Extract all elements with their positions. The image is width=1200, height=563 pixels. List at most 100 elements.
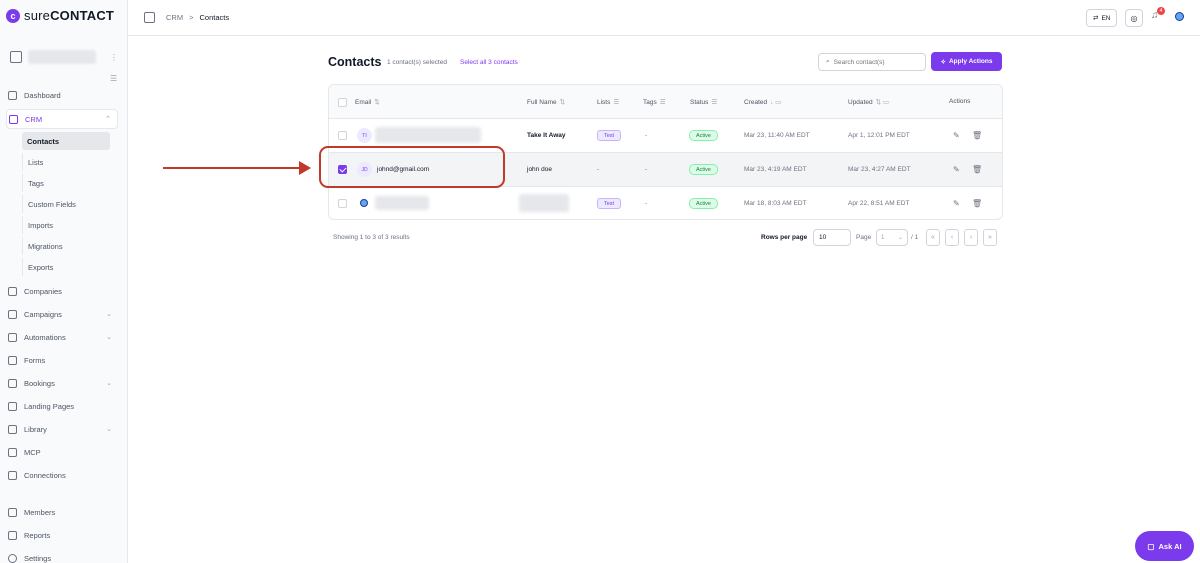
- sidebar-item-bookings[interactable]: Bookings ⌄: [6, 373, 118, 393]
- sidebar-item-members[interactable]: Members: [6, 502, 118, 522]
- sidebar-item-settings[interactable]: Settings: [6, 548, 118, 563]
- sidebar-item-crm[interactable]: CRM ⌃: [6, 109, 118, 129]
- column-created[interactable]: Created ↓ ▭: [744, 98, 781, 106]
- sidebar-subitem-imports[interactable]: Imports: [22, 216, 110, 234]
- status-badge: Active: [689, 130, 718, 141]
- sidebar-item-mcp[interactable]: MCP: [6, 442, 118, 462]
- form-icon: [8, 355, 17, 365]
- edit-icon[interactable]: ✎: [953, 165, 960, 174]
- column-actions: Actions: [949, 98, 970, 105]
- column-full-name[interactable]: Full Name ⇅: [527, 98, 565, 106]
- sidebar-item-landing-pages[interactable]: Landing Pages: [6, 396, 118, 416]
- breadcrumb-separator: >: [189, 13, 194, 22]
- column-label: Created: [744, 99, 768, 106]
- translate-icon: ⇄: [1093, 15, 1099, 22]
- annotation-arrow: [163, 167, 305, 169]
- sidebar-item-reports[interactable]: Reports: [6, 525, 118, 545]
- column-updated[interactable]: Updated ⇅ ▭: [848, 98, 889, 106]
- sidebar: c sureCONTACT ⋮ ☰ Dashboard CRM ⌃ Contac…: [0, 0, 128, 563]
- workspace-switcher[interactable]: ⋮: [10, 44, 118, 70]
- breadcrumb-crm[interactable]: CRM: [166, 13, 183, 22]
- chevron-down-icon: ⌄: [106, 426, 112, 433]
- sidebar-subitem-custom-fields[interactable]: Custom Fields: [22, 195, 110, 213]
- chevron-up-icon: ⌃: [105, 116, 111, 123]
- collapse-sidebar-icon[interactable]: ☰: [110, 74, 117, 83]
- chevron-down-icon: ⌄: [106, 311, 112, 318]
- next-page-button[interactable]: ›: [964, 229, 978, 246]
- automation-icon: [8, 332, 17, 342]
- sidebar-subitem-contacts[interactable]: Contacts: [22, 132, 110, 150]
- column-label: Actions: [949, 98, 971, 105]
- full-name[interactable]: john doe: [527, 166, 552, 173]
- table-row[interactable]: Test - Active Mar 18, 8:03 AM EDT Apr 22…: [329, 187, 1002, 221]
- sidebar-item-label: Landing Pages: [24, 401, 75, 411]
- dashboard-icon: [8, 90, 17, 100]
- sort-desc-icon: ↓ ▭: [770, 99, 782, 106]
- column-lists[interactable]: Lists ☰: [597, 98, 619, 106]
- updated-date: Mar 23, 4:27 AM EDT: [848, 166, 911, 173]
- sidebar-subitem-lists[interactable]: Lists: [22, 153, 110, 171]
- edit-icon[interactable]: ✎: [953, 199, 960, 208]
- annotation-highlight-box: [319, 146, 505, 188]
- sidebar-item-campaigns[interactable]: Campaigns ⌄: [6, 304, 118, 324]
- sidebar-item-dashboard[interactable]: Dashboard: [6, 85, 118, 105]
- page-total: / 1: [911, 234, 919, 241]
- sidebar-item-companies[interactable]: Companies: [6, 281, 118, 301]
- list-badge: Test: [597, 198, 622, 209]
- first-page-button[interactable]: «: [926, 229, 940, 246]
- page-title: Contacts: [328, 55, 382, 69]
- brand-suffix: CONTACT: [50, 8, 115, 23]
- prev-page-button[interactable]: ‹: [945, 229, 959, 246]
- user-avatar[interactable]: [1175, 12, 1184, 21]
- select-all-link[interactable]: Select all 3 contacts: [460, 59, 518, 66]
- help-button[interactable]: ◎: [1125, 9, 1143, 27]
- column-email[interactable]: Email ⇅: [355, 98, 380, 106]
- full-name[interactable]: Take It Away: [527, 132, 566, 139]
- edit-icon[interactable]: ✎: [953, 131, 960, 140]
- sidebar-subitem-exports[interactable]: Exports: [22, 258, 110, 276]
- sidebar-subitem-migrations[interactable]: Migrations: [22, 237, 110, 255]
- created-date: Mar 23, 11:40 AM EDT: [744, 132, 810, 139]
- column-tags[interactable]: Tags ☰: [643, 98, 666, 106]
- select-all-checkbox[interactable]: [338, 98, 347, 107]
- trash-icon[interactable]: 🗑: [972, 199, 982, 208]
- workspace-name-redacted: [28, 50, 96, 64]
- search-input[interactable]: [833, 58, 914, 66]
- column-label: Updated: [848, 99, 873, 106]
- row-checkbox[interactable]: [338, 199, 347, 208]
- language-button[interactable]: ⇄ EN: [1086, 9, 1118, 27]
- tags-value: -: [645, 200, 648, 207]
- row-checkbox[interactable]: [338, 131, 347, 140]
- column-label: Email: [355, 99, 372, 106]
- column-label: Lists: [597, 99, 611, 106]
- filter-icon: ☰: [659, 99, 666, 106]
- page-select[interactable]: 1 ⌄: [876, 229, 908, 246]
- list-badge: Test: [597, 130, 622, 141]
- apply-actions-button[interactable]: ✧ Apply Actions: [931, 52, 1002, 71]
- building-icon: [10, 51, 22, 63]
- trash-icon[interactable]: 🗑: [972, 165, 982, 174]
- column-status[interactable]: Status ☰: [690, 98, 717, 106]
- library-icon: [8, 424, 17, 434]
- trash-icon[interactable]: 🗑: [972, 131, 982, 140]
- list-value: -: [597, 166, 600, 173]
- brand-logo[interactable]: c sureCONTACT: [6, 8, 114, 23]
- sidebar-item-library[interactable]: Library ⌄: [6, 419, 118, 439]
- sidebar-subitem-tags[interactable]: Tags: [22, 174, 110, 192]
- sort-icon: ⇅ ▭: [875, 99, 889, 106]
- search-field[interactable]: ⌕: [818, 53, 926, 71]
- breadcrumb: CRM > Contacts: [166, 13, 229, 22]
- headset-icon: ◎: [1130, 13, 1138, 23]
- sort-icon: ⇅: [374, 99, 380, 106]
- filter-icon: ☰: [711, 99, 718, 106]
- ask-ai-button[interactable]: ▢ Ask AI: [1135, 531, 1194, 561]
- language-label: EN: [1101, 14, 1111, 22]
- more-icon[interactable]: ⋮: [110, 53, 118, 62]
- last-page-button[interactable]: »: [983, 229, 997, 246]
- table-header: Email ⇅ Full Name ⇅ Lists ☰ Tags ☰ Status ☰ C…: [329, 85, 1002, 119]
- rows-per-page-select[interactable]: 10: [813, 229, 851, 246]
- sidebar-item-connections[interactable]: Connections: [6, 465, 118, 485]
- sidebar-item-forms[interactable]: Forms: [6, 350, 118, 370]
- sidebar-toggle-icon[interactable]: [144, 12, 155, 23]
- sidebar-item-automations[interactable]: Automations ⌄: [6, 327, 118, 347]
